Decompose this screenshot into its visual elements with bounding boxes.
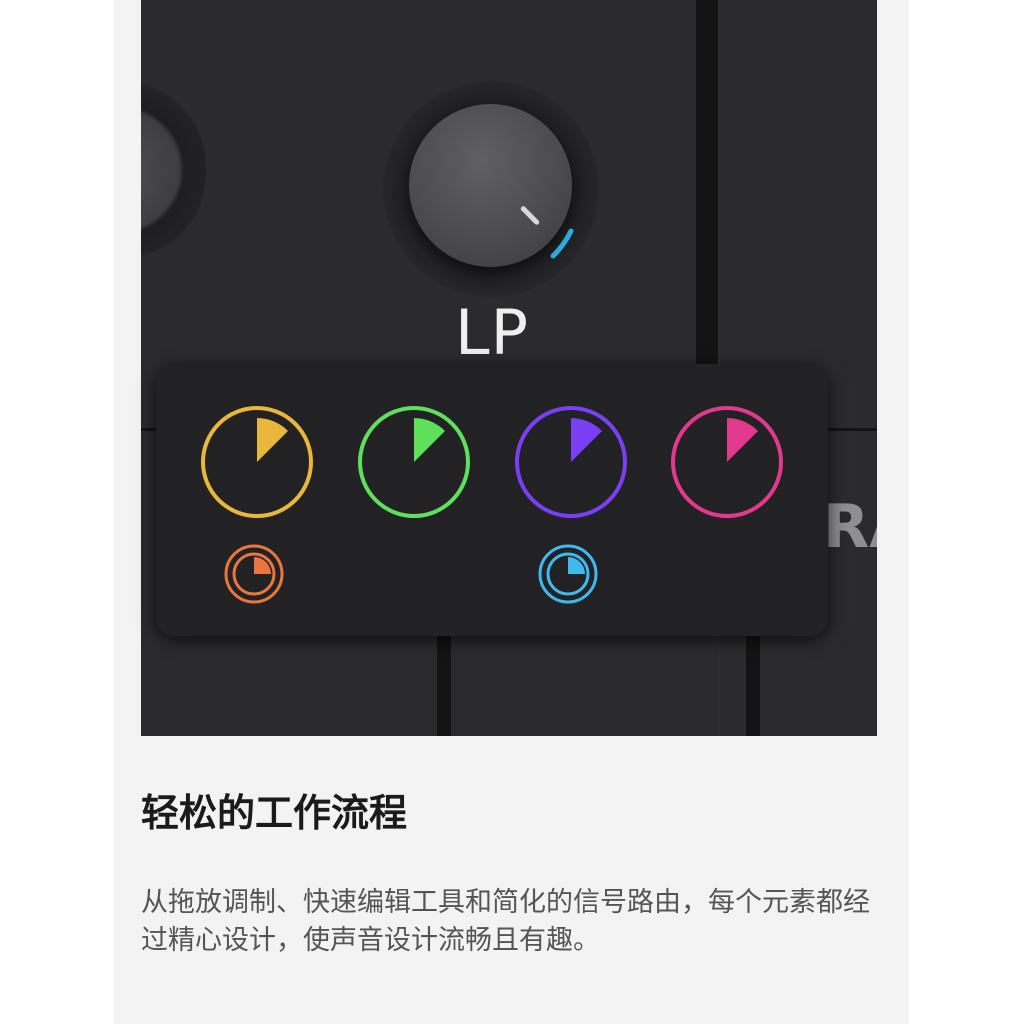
purple-modulator-icon[interactable] — [515, 406, 627, 518]
lp-label: LP — [455, 296, 529, 369]
modulator-popup — [156, 364, 828, 636]
modulator-graphics — [201, 406, 783, 604]
truncated-label: RA — [823, 492, 877, 562]
feature-description: 从拖放调制、快速编辑工具和简化的信号路由，每个元素都经过精心设计，使声音设计流畅… — [141, 887, 870, 956]
partial-knob[interactable] — [141, 80, 206, 260]
panel-divider — [746, 636, 760, 736]
feature-title: 轻松的工作流程 — [141, 791, 408, 835]
blue-small-modulator-icon[interactable] — [538, 544, 598, 604]
panel-divider — [696, 0, 718, 365]
lp-knob[interactable] — [409, 104, 572, 267]
panel-divider — [437, 636, 451, 736]
pink-modulator-icon[interactable] — [671, 406, 783, 518]
green-modulator-icon[interactable] — [358, 406, 470, 518]
orange-small-modulator-icon[interactable] — [224, 544, 284, 604]
yellow-modulator-icon[interactable] — [201, 406, 313, 518]
